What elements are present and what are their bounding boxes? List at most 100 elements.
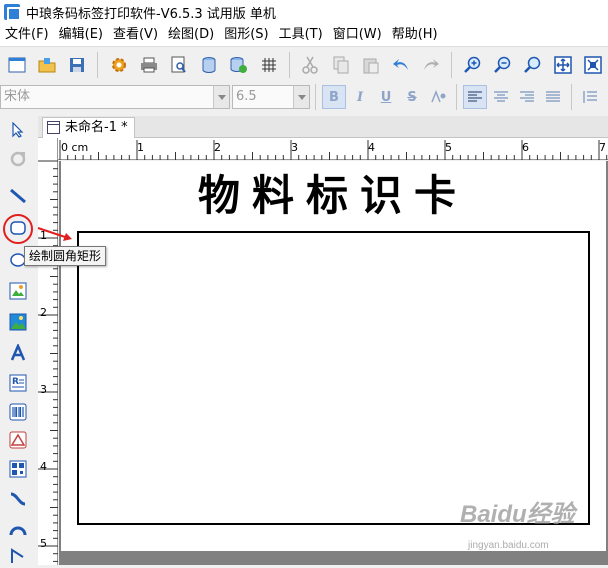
cut-button[interactable] (297, 51, 324, 79)
label-border-rectangle[interactable] (77, 231, 590, 525)
grid-button[interactable] (256, 51, 283, 79)
toolbar-divider (289, 51, 291, 78)
menu-window[interactable]: 窗口(W) (328, 24, 387, 46)
print-button[interactable] (135, 51, 162, 79)
line-spacing-button[interactable] (578, 85, 602, 109)
font-size-select[interactable]: 6.5 (232, 85, 310, 109)
toolbar-divider (451, 51, 453, 78)
picture-icon (9, 313, 27, 331)
menu-help[interactable]: 帮助(H) (387, 24, 443, 46)
curve-tool-button[interactable] (6, 487, 30, 511)
scissors-icon (302, 56, 319, 74)
triangle-shape-icon (9, 431, 27, 449)
settings-button[interactable] (105, 51, 132, 79)
align-center-icon (494, 91, 508, 102)
font-name-value: 宋体 (4, 89, 31, 104)
text-effect-icon (431, 90, 446, 103)
label-title-text[interactable]: 物料标识卡 (153, 171, 513, 221)
paste-button[interactable] (357, 51, 384, 79)
toolbar-divider (456, 84, 457, 110)
menu-bar: 文件(F) 编辑(E) 查看(V) 绘图(D) 图形(S) 工具(T) 窗口(W… (0, 24, 608, 46)
barcode-tool-button[interactable] (6, 400, 30, 424)
text-effect-button[interactable] (426, 85, 450, 109)
align-center-button[interactable] (489, 85, 513, 109)
save-button[interactable] (64, 51, 91, 79)
zoom-in-icon (464, 56, 481, 73)
open-folder-icon (38, 57, 56, 72)
ruler-number: 3 (40, 383, 47, 396)
print-preview-button[interactable] (165, 51, 192, 79)
open-button[interactable] (34, 51, 61, 79)
select-tool-button[interactable] (6, 118, 30, 142)
polyline-tool-button[interactable] (6, 544, 30, 568)
arc-tool-button[interactable] (6, 517, 30, 541)
tab-untitled-1[interactable]: 未命名-1 * (42, 117, 135, 138)
line-tool-button[interactable] (6, 184, 30, 208)
image-tool-button[interactable] (6, 279, 30, 303)
fit-page-icon (553, 55, 572, 74)
line-icon (10, 188, 26, 204)
font-name-select[interactable]: 宋体 (0, 85, 230, 109)
highlight-circle (3, 214, 33, 244)
strikethrough-button[interactable]: S (400, 85, 424, 109)
rotate-tool-button[interactable] (6, 147, 30, 171)
qrcode-icon (9, 460, 27, 478)
ruler-unit-label: 0 cm (61, 141, 89, 154)
menu-file[interactable]: 文件(F) (0, 24, 54, 46)
new-window-button[interactable] (4, 51, 31, 79)
gear-icon (111, 57, 126, 72)
database-settings-button[interactable] (226, 51, 253, 79)
text-tool-button[interactable] (6, 341, 30, 365)
ruler-number: 2 (214, 141, 221, 154)
menu-shape[interactable]: 图形(S) (219, 24, 273, 46)
fit-width-button[interactable] (579, 51, 606, 79)
save-disk-icon (70, 57, 85, 72)
paste-icon (363, 58, 379, 73)
vertical-ruler-ticks (38, 160, 58, 562)
text-a-icon (10, 344, 26, 361)
align-left-icon (468, 91, 482, 102)
polyline-icon (11, 548, 24, 563)
menu-edit[interactable]: 编辑(E) (54, 24, 108, 46)
ruler-number: 1 (137, 141, 144, 154)
svg-text:R: R (12, 377, 19, 387)
zoom-out-button[interactable] (489, 51, 516, 79)
undo-button[interactable] (387, 51, 414, 79)
italic-button[interactable]: I (348, 85, 372, 109)
menu-view[interactable]: 查看(V) (108, 24, 163, 46)
main-toolbar (0, 46, 608, 82)
menu-draw[interactable]: 绘图(D) (163, 24, 219, 46)
underline-button[interactable]: U (374, 85, 398, 109)
fit-page-button[interactable] (549, 51, 576, 79)
align-right-button[interactable] (515, 85, 539, 109)
align-left-button[interactable] (463, 85, 487, 109)
menu-tools[interactable]: 工具(T) (274, 24, 328, 46)
chevron-down-icon[interactable] (293, 86, 309, 108)
database-button[interactable] (195, 51, 222, 79)
rich-text-tool-button[interactable]: R (6, 371, 30, 395)
rich-text-icon: R (9, 374, 27, 392)
watermark-logo: Baidu经验 (460, 501, 575, 528)
shape-tool-button[interactable] (6, 428, 30, 452)
format-toolbar: 宋体 6.5 B I U S (0, 82, 608, 112)
copy-button[interactable] (327, 51, 354, 79)
copy-icon (333, 56, 349, 73)
zoom-in-button[interactable] (459, 51, 486, 79)
ruler-number: 4 (40, 460, 47, 473)
app-logo-icon (4, 4, 21, 21)
toolbar-divider (315, 84, 316, 110)
redo-button[interactable] (417, 51, 444, 79)
line-spacing-icon (583, 91, 597, 103)
drawing-toolbar: R (0, 112, 36, 565)
picture-tool-button[interactable] (6, 310, 30, 334)
label-page[interactable]: 物料标识卡 (61, 161, 606, 551)
toolbar-divider (571, 84, 572, 110)
align-justify-button[interactable] (541, 85, 565, 109)
chevron-down-icon[interactable] (213, 86, 229, 108)
redo-icon (424, 58, 440, 70)
magnifier-icon (524, 56, 541, 73)
bold-button[interactable]: B (322, 85, 346, 109)
zoom-actual-button[interactable] (519, 51, 546, 79)
qrcode-tool-button[interactable] (6, 457, 30, 481)
tooltip: 绘制圆角矩形 (24, 246, 107, 266)
